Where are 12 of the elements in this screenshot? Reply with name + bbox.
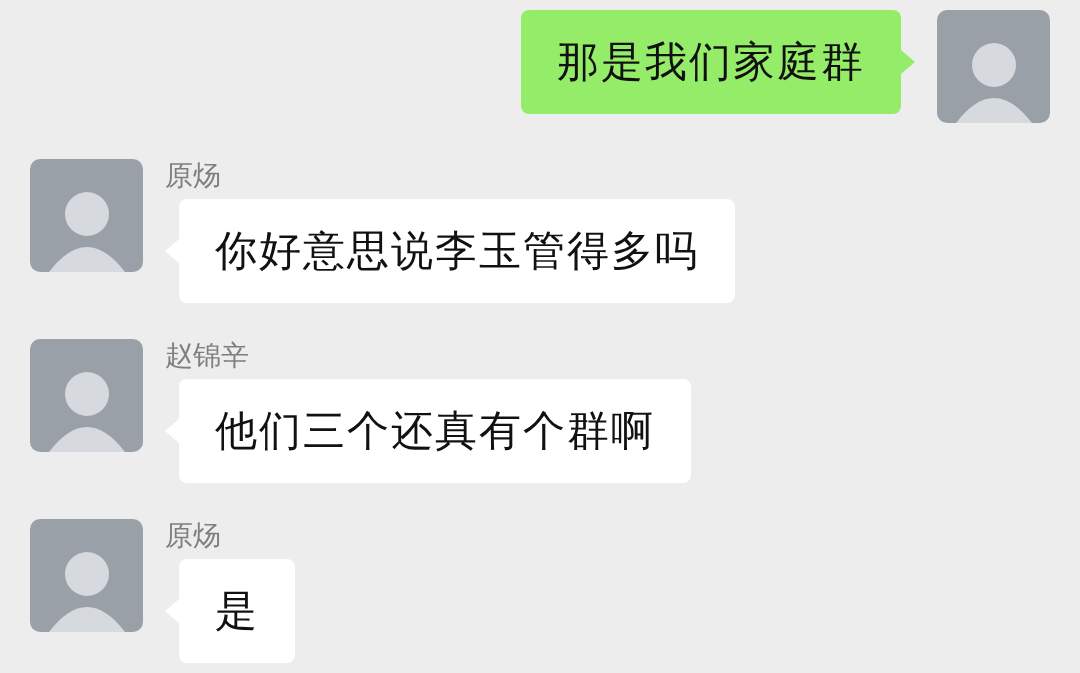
message-bubble: 是 xyxy=(179,559,295,663)
avatar-silhouette-icon[interactable] xyxy=(30,339,143,452)
message-bubble: 你好意思说李玉管得多吗 xyxy=(179,199,735,303)
bubble-tail xyxy=(901,50,915,74)
avatar-silhouette-icon[interactable] xyxy=(30,519,143,632)
sender-name: 原炀 xyxy=(165,159,222,193)
avatar-silhouette-icon[interactable] xyxy=(30,159,143,272)
avatar-silhouette-icon[interactable] xyxy=(937,10,1050,123)
sender-name: 赵锦辛 xyxy=(165,339,250,373)
message-bubble: 他们三个还真有个群啊 xyxy=(179,379,691,483)
message-bubble: 那是我们家庭群 xyxy=(521,10,901,114)
sender-name: 原炀 xyxy=(165,519,222,553)
